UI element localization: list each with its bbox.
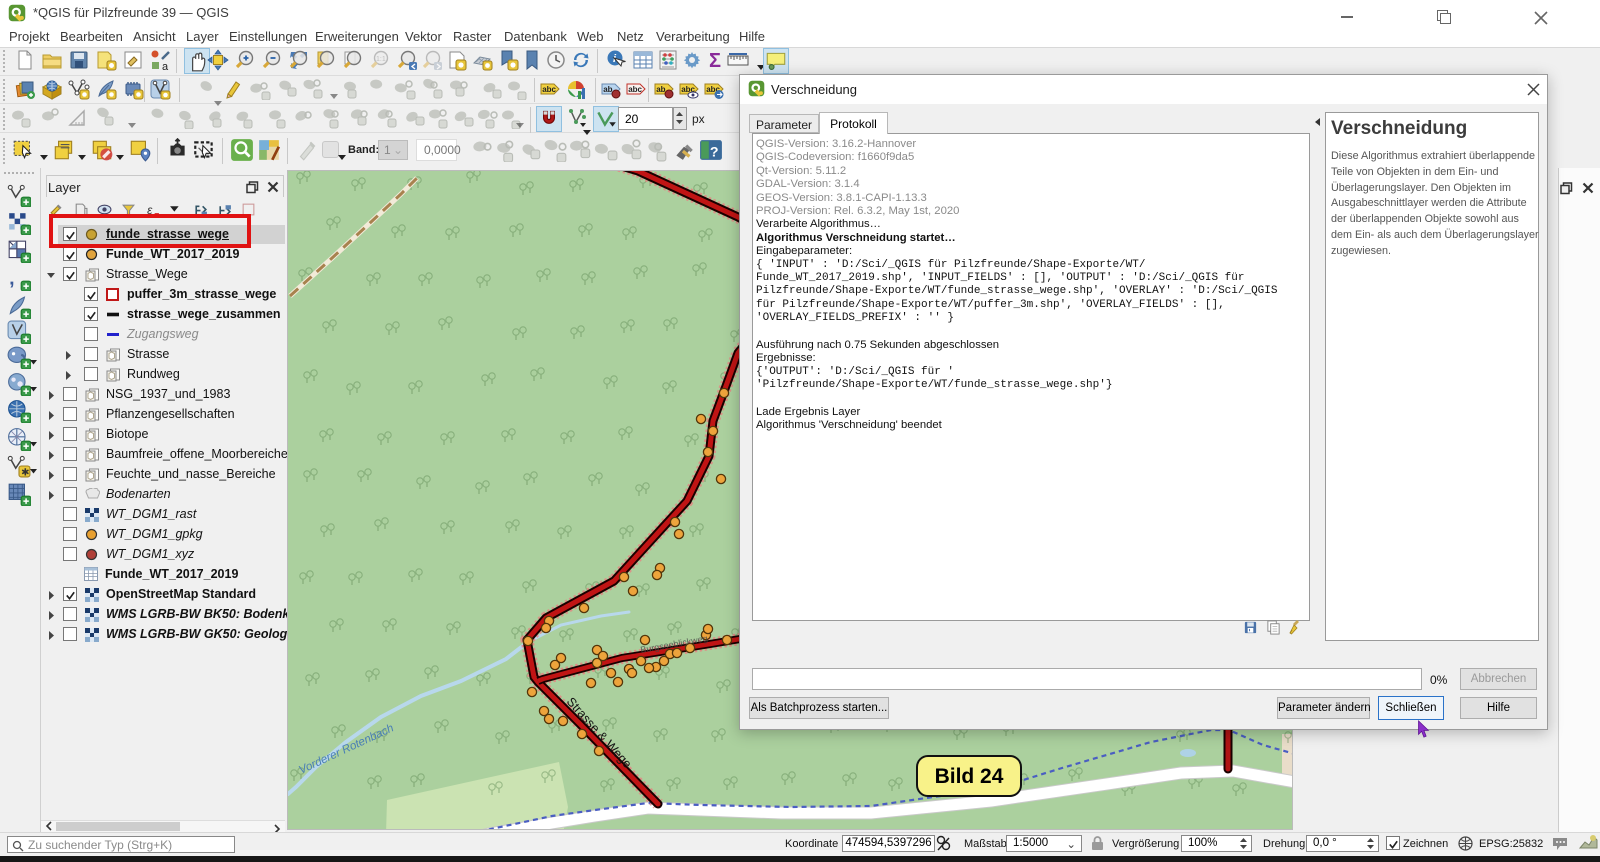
svg-text:a: a bbox=[162, 61, 169, 71]
svg-text:ab: ab bbox=[656, 85, 665, 94]
svg-text:ab: ab bbox=[603, 85, 612, 94]
svg-text:Σ: Σ bbox=[709, 50, 721, 71]
svg-text:?: ? bbox=[710, 145, 719, 161]
svg-text:✱: ✱ bbox=[21, 467, 29, 478]
svg-text:abc: abc bbox=[628, 85, 642, 94]
svg-text:1:1: 1:1 bbox=[376, 56, 386, 63]
svg-text:abc: abc bbox=[542, 85, 556, 94]
svg-text:,: , bbox=[9, 267, 14, 289]
